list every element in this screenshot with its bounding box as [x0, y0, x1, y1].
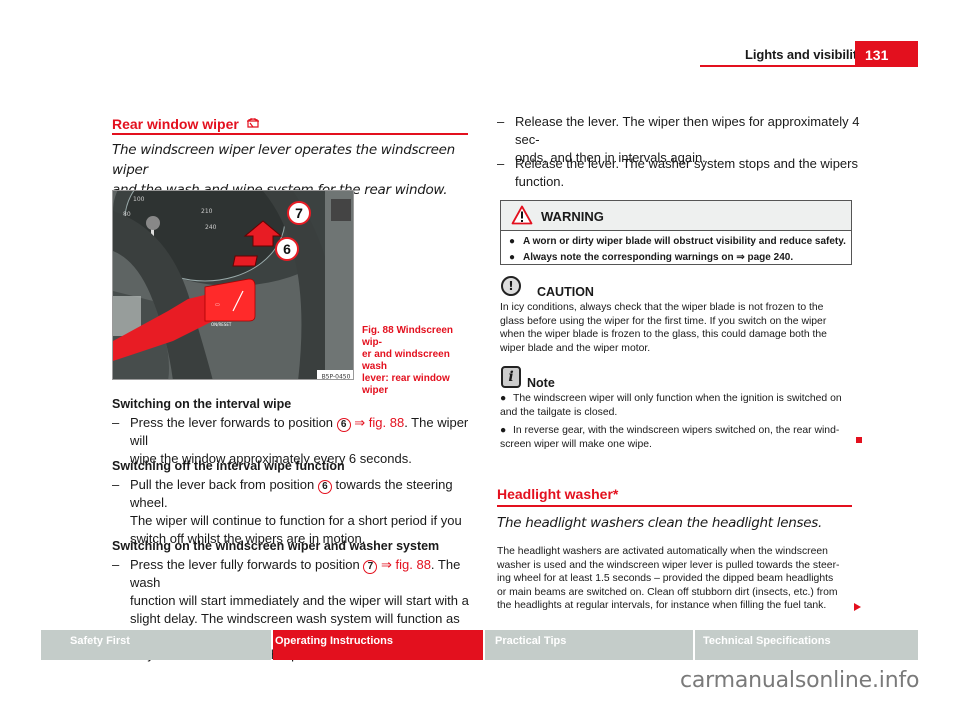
warning-header: WARNING	[501, 201, 851, 231]
svg-text:210: 210	[201, 208, 213, 215]
svg-text:240: 240	[205, 224, 217, 231]
note-title: Note	[527, 376, 555, 390]
position-badge: 6	[317, 480, 332, 494]
note-text: and the tailgate is closed.	[500, 406, 618, 418]
page-number: 131	[855, 41, 918, 67]
caption-line: er and windscreen wash	[362, 349, 450, 372]
figure-88-wiper-lever: 100 80 60 40 20 210 240 ▭ ON/RESET 7 6 B…	[112, 190, 354, 380]
watermark: carmanualsonline.info	[680, 668, 920, 693]
position-badge: 6	[336, 418, 351, 432]
section-title-text: Rear window wiper	[112, 116, 239, 132]
chapter-title: Lights and visibility	[745, 47, 865, 62]
wiper-lever-illustration: 100 80 60 40 20 210 240 ▭ ON/RESET 7 6 B…	[113, 191, 353, 381]
caution-line: glass before using the wiper for the fir…	[500, 315, 827, 327]
dash: –	[112, 477, 120, 492]
step-text: Release the lever. The washer system sto…	[515, 156, 858, 171]
bullet: ●	[509, 252, 516, 263]
body-line: The headlight washers are activated auto…	[497, 546, 828, 557]
lead-line: The windscreen wiper lever operates the …	[112, 142, 455, 178]
rear-wiper-icon	[246, 118, 260, 134]
caution-line: when the wiper blade is frozen to the gl…	[500, 329, 827, 340]
svg-text:100: 100	[133, 196, 145, 203]
warning-box: WARNING ● A worn or dirty wiper blade wil…	[500, 200, 852, 265]
warning-item: ● Always note the corresponding warnings …	[509, 250, 851, 266]
footer-nav: Safety First Operating Instructions Prac…	[41, 630, 918, 660]
caption-line: Fig. 88 Windscreen wip-	[362, 325, 454, 348]
caution-title: CAUTION	[537, 285, 594, 299]
warning-text: A worn or dirty wiper blade will obstruc…	[523, 236, 846, 247]
figure-link[interactable]: ⇒ fig. 88	[377, 557, 431, 572]
warning-text: Always note the corresponding warnings o…	[523, 252, 794, 263]
step-text: Release the lever. The wiper then wipes …	[515, 114, 860, 147]
caption-line: lever: rear window wiper	[362, 373, 450, 396]
figure-caption: Fig. 88 Windscreen wip- er and windscree…	[362, 325, 472, 397]
note-text: In reverse gear, with the windscreen wip…	[513, 425, 840, 436]
section-title-rear-wiper: Rear window wiper	[112, 116, 260, 134]
tab-practical-tips[interactable]: Practical Tips	[485, 630, 693, 660]
tab-label: Safety First	[70, 635, 130, 647]
step-text: function will start immediately and the …	[130, 593, 469, 608]
section-end-marker	[856, 437, 862, 443]
section-rule	[497, 505, 852, 507]
dash: –	[497, 156, 505, 171]
step-interval-off: – Pull the lever back from position 6 to…	[112, 476, 472, 548]
callout-7: 7	[295, 205, 303, 221]
body-line: ing wheel for at least 1.5 seconds – pro…	[497, 573, 834, 584]
info-icon: i	[501, 366, 521, 388]
figure-link[interactable]: ⇒ fig. 88	[351, 415, 404, 430]
step-text: Pull the lever back from position	[130, 477, 318, 492]
tab-operating-instructions[interactable]: Operating Instructions	[273, 630, 483, 660]
warning-item: ● A worn or dirty wiper blade will obstru…	[509, 234, 851, 250]
continue-arrow-icon	[854, 603, 861, 611]
svg-text:▭: ▭	[215, 302, 220, 308]
step-text: Press the lever fully forwards to positi…	[130, 557, 364, 572]
note-item-1: ● The windscreen wiper will only function…	[500, 392, 860, 419]
note-text: The windscreen wiper will only function …	[513, 393, 842, 404]
subheading-washer-on: Switching on the windscreen wiper and wa…	[112, 539, 440, 553]
tab-safety-first[interactable]: Safety First	[41, 630, 271, 660]
body-line: or main beams are switched on. Clean off…	[497, 586, 838, 598]
caution-line: wiper blade and the wiper motor.	[500, 342, 651, 354]
section-lead: The headlight washers clean the headligh…	[497, 515, 822, 531]
dash: –	[497, 114, 505, 129]
step-release-2: – Release the lever. The washer system s…	[497, 155, 862, 191]
headlight-washer-body: The headlight washers are activated auto…	[497, 545, 857, 613]
note-item-2: ● In reverse gear, with the windscreen wi…	[500, 424, 860, 451]
bullet: ●	[500, 393, 507, 404]
dash: –	[112, 557, 120, 572]
caution-text: In icy conditions, always check that the…	[500, 301, 860, 355]
tab-technical-specifications[interactable]: Technical Specifications	[695, 630, 918, 660]
warning-body: ● A worn or dirty wiper blade will obstru…	[501, 231, 851, 266]
caution-line: In icy conditions, always check that the…	[500, 302, 824, 313]
step-text: The wiper will continue to function for …	[130, 513, 462, 528]
body-line: washer is used and the windscreen wiper …	[497, 559, 840, 571]
tab-label: Technical Specifications	[703, 635, 831, 647]
caution-icon: !	[501, 276, 521, 296]
warning-title: WARNING	[541, 209, 604, 224]
step-text: function.	[515, 174, 565, 189]
svg-text:ON/RESET: ON/RESET	[211, 322, 232, 327]
bullet: ●	[500, 425, 507, 436]
tab-label: Operating Instructions	[275, 635, 393, 647]
bullet: ●	[509, 236, 516, 247]
warning-triangle-icon	[511, 205, 533, 225]
subheading-interval-off: Switching off the interval wipe function	[112, 459, 345, 473]
tab-label: Practical Tips	[495, 635, 567, 647]
body-line: the headlights at regular intervals, for…	[497, 600, 827, 611]
dash: –	[112, 415, 120, 430]
step-text: Press the lever forwards to position	[130, 415, 337, 430]
section-title-headlight-washer: Headlight washer*	[497, 486, 619, 502]
subheading-interval-on: Switching on the interval wipe	[112, 397, 292, 411]
section-rule	[112, 133, 468, 135]
note-text: screen wiper will make one wipe.	[500, 438, 652, 450]
position-badge: 7	[363, 560, 378, 574]
figure-code: B5P-0450	[322, 374, 351, 381]
callout-6: 6	[283, 241, 291, 257]
